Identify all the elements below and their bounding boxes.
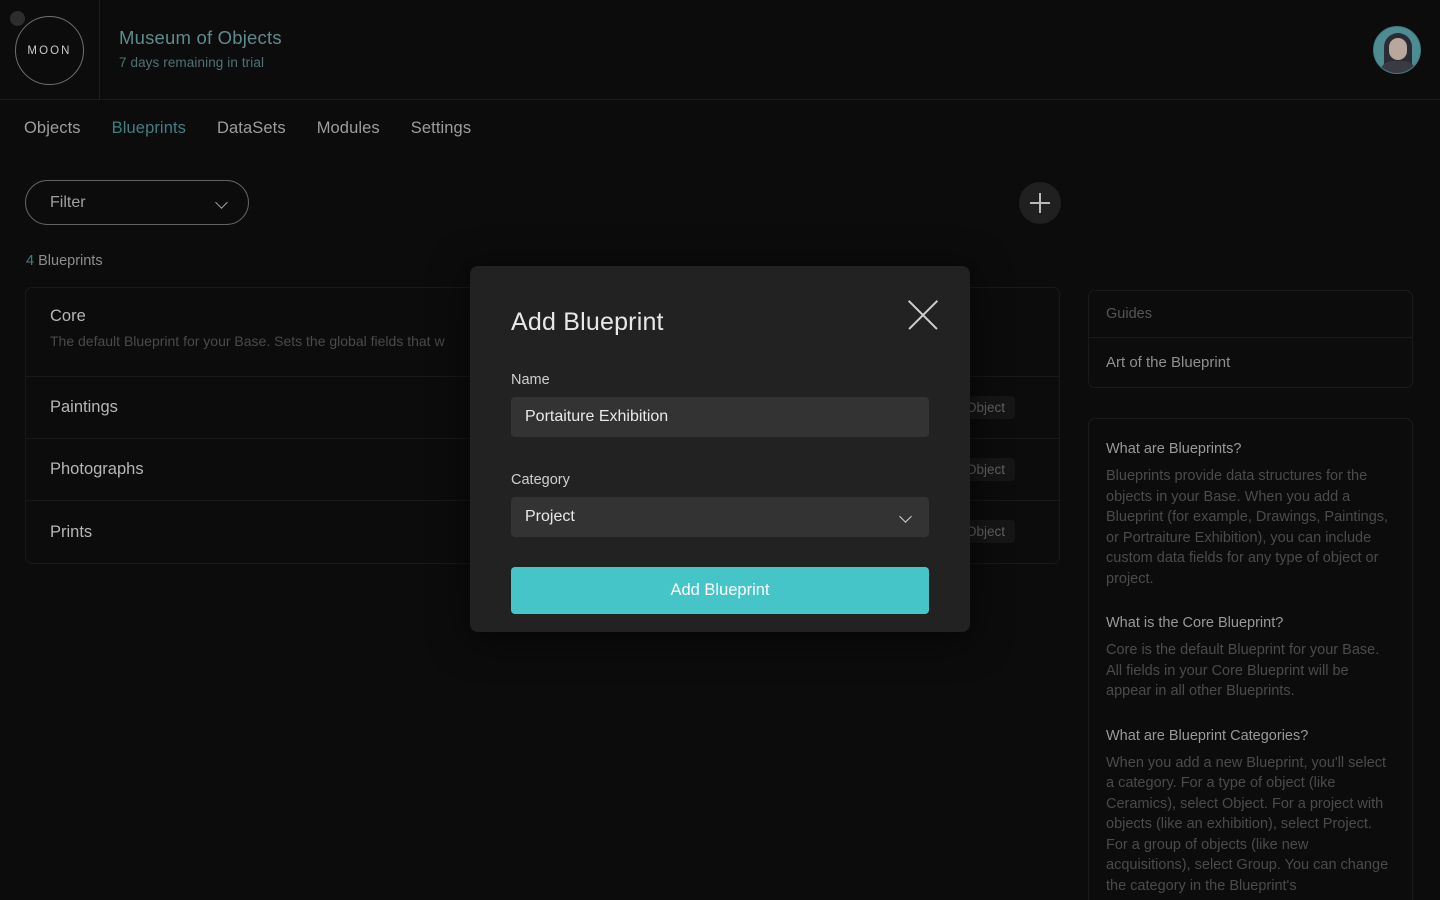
blueprint-count-label: Blueprints bbox=[34, 253, 103, 269]
avatar[interactable] bbox=[1373, 26, 1421, 74]
guide-link-art-of-the-blueprint[interactable]: Art of the Blueprint bbox=[1089, 338, 1412, 387]
main-nav: Objects Blueprints DataSets Modules Sett… bbox=[0, 100, 1440, 157]
moon-logo-icon: MOON bbox=[15, 16, 84, 85]
faq-question: What are Blueprint Categories? bbox=[1106, 727, 1309, 744]
faq-answer: When you add a new Blueprint, you'll sel… bbox=[1106, 754, 1389, 894]
avatar-body bbox=[1380, 61, 1416, 73]
guides-header: Guides bbox=[1089, 291, 1412, 338]
faq-question: What are Blueprints? bbox=[1106, 441, 1242, 457]
guides-panel: Guides Art of the Blueprint bbox=[1088, 290, 1413, 388]
blueprint-description: The default Blueprint for your Base. Set… bbox=[50, 333, 445, 349]
page-title: Museum of Objects bbox=[119, 27, 282, 48]
chevron-down-icon bbox=[216, 197, 228, 209]
name-input[interactable] bbox=[511, 397, 929, 437]
top-bar: MOON Museum of Objects 7 days remaining … bbox=[0, 0, 1440, 100]
tab-modules[interactable]: Modules bbox=[317, 119, 380, 138]
status-dot-icon bbox=[10, 11, 25, 26]
filter-dropdown[interactable]: Filter bbox=[25, 180, 249, 225]
modal-title: Add Blueprint bbox=[511, 308, 664, 336]
close-icon[interactable] bbox=[902, 293, 944, 335]
add-blueprint-modal: Add Blueprint Name Category Project Add … bbox=[470, 266, 970, 632]
blueprint-count-number: 4 bbox=[26, 253, 35, 269]
tab-settings[interactable]: Settings bbox=[411, 119, 471, 138]
blueprint-name: Paintings bbox=[50, 398, 118, 416]
logo-text: MOON bbox=[27, 44, 72, 57]
logo-cell[interactable]: MOON bbox=[0, 0, 100, 100]
tab-objects[interactable]: Objects bbox=[24, 119, 81, 138]
tab-blueprints[interactable]: Blueprints bbox=[112, 119, 186, 138]
trial-status: 7 days remaining in trial bbox=[119, 55, 265, 70]
add-blueprint-button[interactable] bbox=[1019, 182, 1061, 224]
category-select[interactable]: Project bbox=[511, 497, 929, 537]
faq-question: What is the Core Blueprint? bbox=[1106, 615, 1284, 631]
app-root: MOON Museum of Objects 7 days remaining … bbox=[0, 0, 1440, 900]
submit-add-blueprint-button[interactable]: Add Blueprint bbox=[511, 567, 929, 614]
faq-answer: Blueprints provide data structures for t… bbox=[1106, 468, 1389, 587]
chevron-down-icon bbox=[900, 511, 912, 523]
tab-datasets[interactable]: DataSets bbox=[217, 119, 286, 138]
avatar-face bbox=[1389, 38, 1407, 60]
blueprint-name: Prints bbox=[50, 522, 93, 541]
category-field-label: Category bbox=[511, 472, 570, 488]
blueprint-name: Core bbox=[50, 307, 86, 325]
filter-label: Filter bbox=[50, 193, 86, 211]
name-field-label: Name bbox=[511, 372, 550, 388]
brand-block: Museum of Objects 7 days remaining in tr… bbox=[119, 27, 282, 70]
category-selected-value: Project bbox=[525, 508, 575, 525]
faq-answer: Core is the default Blueprint for your B… bbox=[1106, 642, 1380, 699]
faq-panel: What are Blueprints? Blueprints provide … bbox=[1088, 418, 1413, 900]
blueprint-name: Photographs bbox=[50, 460, 144, 478]
blueprint-count: 4 Blueprints bbox=[26, 253, 103, 269]
